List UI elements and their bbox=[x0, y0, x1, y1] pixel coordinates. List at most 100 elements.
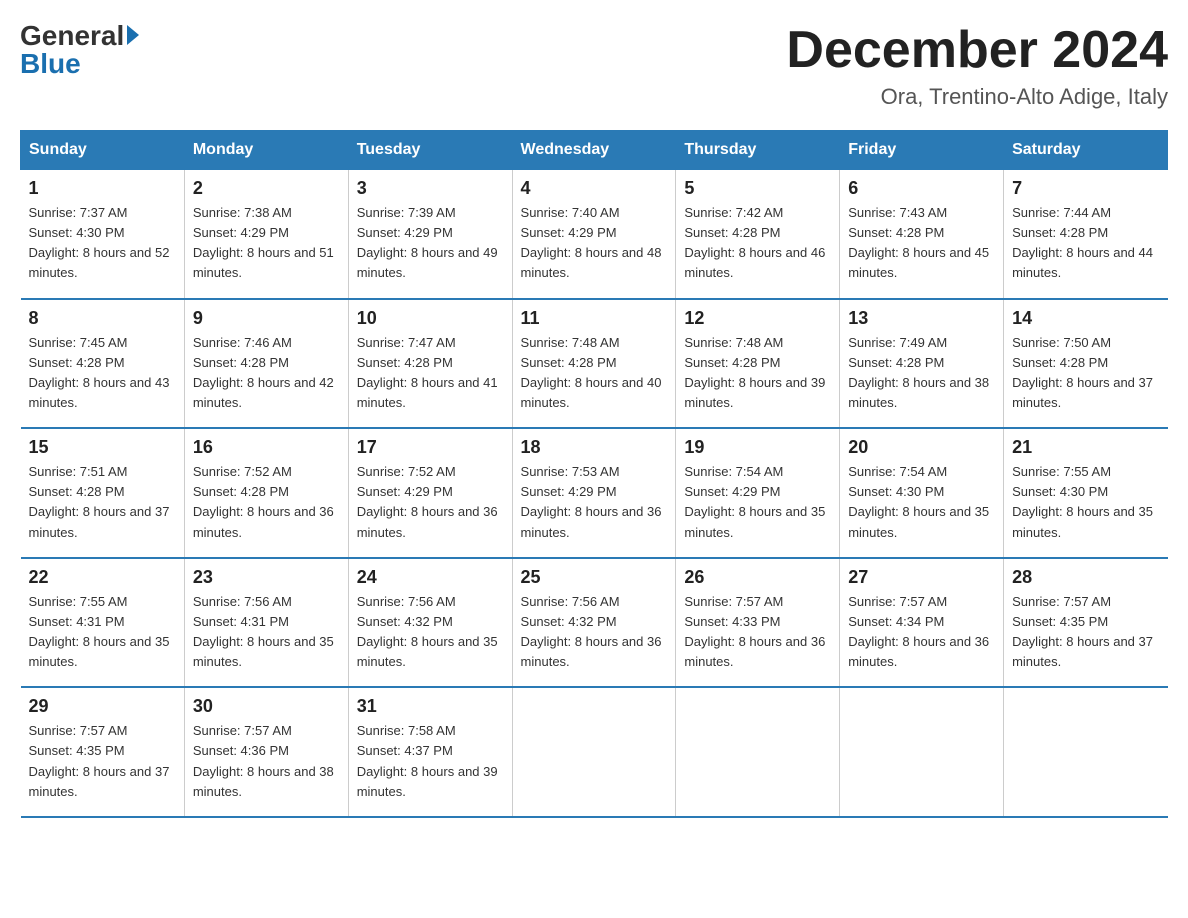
location-subtitle: Ora, Trentino-Alto Adige, Italy bbox=[786, 84, 1168, 110]
day-number: 14 bbox=[1012, 308, 1159, 329]
day-info: Sunrise: 7:56 AMSunset: 4:32 PMDaylight:… bbox=[357, 592, 504, 673]
calendar-cell: 19Sunrise: 7:54 AMSunset: 4:29 PMDayligh… bbox=[676, 428, 840, 558]
week-row-3: 15 Sunrise: 7:51 AMSunset: 4:28 PMDayligh… bbox=[21, 428, 1168, 558]
calendar-cell: 24 Sunrise: 7:56 AMSunset: 4:32 PMDayligh… bbox=[348, 558, 512, 688]
calendar-cell bbox=[1004, 687, 1168, 817]
col-header-saturday: Saturday bbox=[1004, 131, 1168, 170]
day-info: Sunrise: 7:45 AMSunset: 4:28 PMDaylight:… bbox=[29, 333, 176, 414]
day-info: Sunrise: 7:43 AMSunset: 4:28 PMDaylight:… bbox=[848, 203, 995, 284]
day-info: Sunrise: 7:52 AMSunset: 4:28 PMDaylight:… bbox=[193, 462, 340, 543]
day-number: 13 bbox=[848, 308, 995, 329]
calendar-cell: 17Sunrise: 7:52 AMSunset: 4:29 PMDayligh… bbox=[348, 428, 512, 558]
day-number: 7 bbox=[1012, 178, 1159, 199]
day-number: 18 bbox=[521, 437, 668, 458]
day-number: 29 bbox=[29, 696, 176, 717]
calendar-table: SundayMondayTuesdayWednesdayThursdayFrid… bbox=[20, 130, 1168, 818]
page-header: General Blue December 2024 Ora, Trentino… bbox=[20, 20, 1168, 110]
calendar-cell: 23Sunrise: 7:56 AMSunset: 4:31 PMDayligh… bbox=[184, 558, 348, 688]
calendar-cell: 29Sunrise: 7:57 AMSunset: 4:35 PMDayligh… bbox=[21, 687, 185, 817]
calendar-cell: 9 Sunrise: 7:46 AMSunset: 4:28 PMDaylight… bbox=[184, 299, 348, 429]
week-row-5: 29Sunrise: 7:57 AMSunset: 4:35 PMDayligh… bbox=[21, 687, 1168, 817]
col-header-tuesday: Tuesday bbox=[348, 131, 512, 170]
calendar-cell: 1 Sunrise: 7:37 AMSunset: 4:30 PMDaylight… bbox=[21, 170, 185, 299]
calendar-cell: 16 Sunrise: 7:52 AMSunset: 4:28 PMDayligh… bbox=[184, 428, 348, 558]
day-info: Sunrise: 7:58 AMSunset: 4:37 PMDaylight:… bbox=[357, 721, 504, 802]
calendar-cell: 15 Sunrise: 7:51 AMSunset: 4:28 PMDayligh… bbox=[21, 428, 185, 558]
day-info: Sunrise: 7:37 AMSunset: 4:30 PMDaylight:… bbox=[29, 203, 176, 284]
day-info: Sunrise: 7:57 AMSunset: 4:34 PMDaylight:… bbox=[848, 592, 995, 673]
day-info: Sunrise: 7:38 AMSunset: 4:29 PMDaylight:… bbox=[193, 203, 340, 284]
day-info: Sunrise: 7:44 AMSunset: 4:28 PMDaylight:… bbox=[1012, 203, 1159, 284]
calendar-cell: 3 Sunrise: 7:39 AMSunset: 4:29 PMDaylight… bbox=[348, 170, 512, 299]
day-info: Sunrise: 7:54 AMSunset: 4:30 PMDaylight:… bbox=[848, 462, 995, 543]
calendar-cell: 10 Sunrise: 7:47 AMSunset: 4:28 PMDayligh… bbox=[348, 299, 512, 429]
calendar-cell: 27 Sunrise: 7:57 AMSunset: 4:34 PMDayligh… bbox=[840, 558, 1004, 688]
day-number: 24 bbox=[357, 567, 504, 588]
day-info: Sunrise: 7:57 AMSunset: 4:33 PMDaylight:… bbox=[684, 592, 831, 673]
calendar-cell: 6 Sunrise: 7:43 AMSunset: 4:28 PMDaylight… bbox=[840, 170, 1004, 299]
day-info: Sunrise: 7:55 AMSunset: 4:30 PMDaylight:… bbox=[1012, 462, 1159, 543]
day-number: 19 bbox=[684, 437, 831, 458]
calendar-cell: 4 Sunrise: 7:40 AMSunset: 4:29 PMDaylight… bbox=[512, 170, 676, 299]
day-number: 3 bbox=[357, 178, 504, 199]
logo-arrow-icon bbox=[127, 25, 139, 45]
day-number: 5 bbox=[684, 178, 831, 199]
day-number: 4 bbox=[521, 178, 668, 199]
day-number: 23 bbox=[193, 567, 340, 588]
day-info: Sunrise: 7:56 AMSunset: 4:32 PMDaylight:… bbox=[521, 592, 668, 673]
day-number: 12 bbox=[684, 308, 831, 329]
day-info: Sunrise: 7:52 AMSunset: 4:29 PMDaylight:… bbox=[357, 462, 504, 543]
day-info: Sunrise: 7:48 AMSunset: 4:28 PMDaylight:… bbox=[521, 333, 668, 414]
col-header-monday: Monday bbox=[184, 131, 348, 170]
calendar-cell: 22 Sunrise: 7:55 AMSunset: 4:31 PMDayligh… bbox=[21, 558, 185, 688]
day-number: 6 bbox=[848, 178, 995, 199]
day-number: 9 bbox=[193, 308, 340, 329]
day-number: 22 bbox=[29, 567, 176, 588]
month-year-title: December 2024 bbox=[786, 20, 1168, 80]
day-number: 28 bbox=[1012, 567, 1159, 588]
day-info: Sunrise: 7:57 AMSunset: 4:36 PMDaylight:… bbox=[193, 721, 340, 802]
day-info: Sunrise: 7:46 AMSunset: 4:28 PMDaylight:… bbox=[193, 333, 340, 414]
calendar-cell: 30 Sunrise: 7:57 AMSunset: 4:36 PMDayligh… bbox=[184, 687, 348, 817]
day-info: Sunrise: 7:48 AMSunset: 4:28 PMDaylight:… bbox=[684, 333, 831, 414]
calendar-cell: 7 Sunrise: 7:44 AMSunset: 4:28 PMDaylight… bbox=[1004, 170, 1168, 299]
day-info: Sunrise: 7:40 AMSunset: 4:29 PMDaylight:… bbox=[521, 203, 668, 284]
day-number: 10 bbox=[357, 308, 504, 329]
day-number: 25 bbox=[521, 567, 668, 588]
calendar-cell: 14 Sunrise: 7:50 AMSunset: 4:28 PMDayligh… bbox=[1004, 299, 1168, 429]
col-header-sunday: Sunday bbox=[21, 131, 185, 170]
day-info: Sunrise: 7:51 AMSunset: 4:28 PMDaylight:… bbox=[29, 462, 176, 543]
day-info: Sunrise: 7:39 AMSunset: 4:29 PMDaylight:… bbox=[357, 203, 504, 284]
day-number: 8 bbox=[29, 308, 176, 329]
day-number: 1 bbox=[29, 178, 176, 199]
day-number: 31 bbox=[357, 696, 504, 717]
col-header-wednesday: Wednesday bbox=[512, 131, 676, 170]
day-info: Sunrise: 7:55 AMSunset: 4:31 PMDaylight:… bbox=[29, 592, 176, 673]
day-info: Sunrise: 7:50 AMSunset: 4:28 PMDaylight:… bbox=[1012, 333, 1159, 414]
day-info: Sunrise: 7:42 AMSunset: 4:28 PMDaylight:… bbox=[684, 203, 831, 284]
day-number: 30 bbox=[193, 696, 340, 717]
calendar-cell: 18Sunrise: 7:53 AMSunset: 4:29 PMDayligh… bbox=[512, 428, 676, 558]
day-number: 15 bbox=[29, 437, 176, 458]
day-number: 27 bbox=[848, 567, 995, 588]
day-number: 2 bbox=[193, 178, 340, 199]
logo: General Blue bbox=[20, 20, 139, 80]
calendar-cell bbox=[840, 687, 1004, 817]
calendar-cell bbox=[676, 687, 840, 817]
day-number: 11 bbox=[521, 308, 668, 329]
day-info: Sunrise: 7:57 AMSunset: 4:35 PMDaylight:… bbox=[1012, 592, 1159, 673]
calendar-cell: 8 Sunrise: 7:45 AMSunset: 4:28 PMDaylight… bbox=[21, 299, 185, 429]
calendar-body: 1 Sunrise: 7:37 AMSunset: 4:30 PMDaylight… bbox=[21, 170, 1168, 817]
calendar-cell: 21 Sunrise: 7:55 AMSunset: 4:30 PMDayligh… bbox=[1004, 428, 1168, 558]
calendar-cell: 26Sunrise: 7:57 AMSunset: 4:33 PMDayligh… bbox=[676, 558, 840, 688]
day-number: 16 bbox=[193, 437, 340, 458]
col-header-friday: Friday bbox=[840, 131, 1004, 170]
day-info: Sunrise: 7:47 AMSunset: 4:28 PMDaylight:… bbox=[357, 333, 504, 414]
calendar-cell: 13Sunrise: 7:49 AMSunset: 4:28 PMDayligh… bbox=[840, 299, 1004, 429]
title-block: December 2024 Ora, Trentino-Alto Adige, … bbox=[786, 20, 1168, 110]
header-row: SundayMondayTuesdayWednesdayThursdayFrid… bbox=[21, 131, 1168, 170]
calendar-cell: 25 Sunrise: 7:56 AMSunset: 4:32 PMDayligh… bbox=[512, 558, 676, 688]
calendar-cell: 31 Sunrise: 7:58 AMSunset: 4:37 PMDayligh… bbox=[348, 687, 512, 817]
day-number: 21 bbox=[1012, 437, 1159, 458]
calendar-cell: 28 Sunrise: 7:57 AMSunset: 4:35 PMDayligh… bbox=[1004, 558, 1168, 688]
